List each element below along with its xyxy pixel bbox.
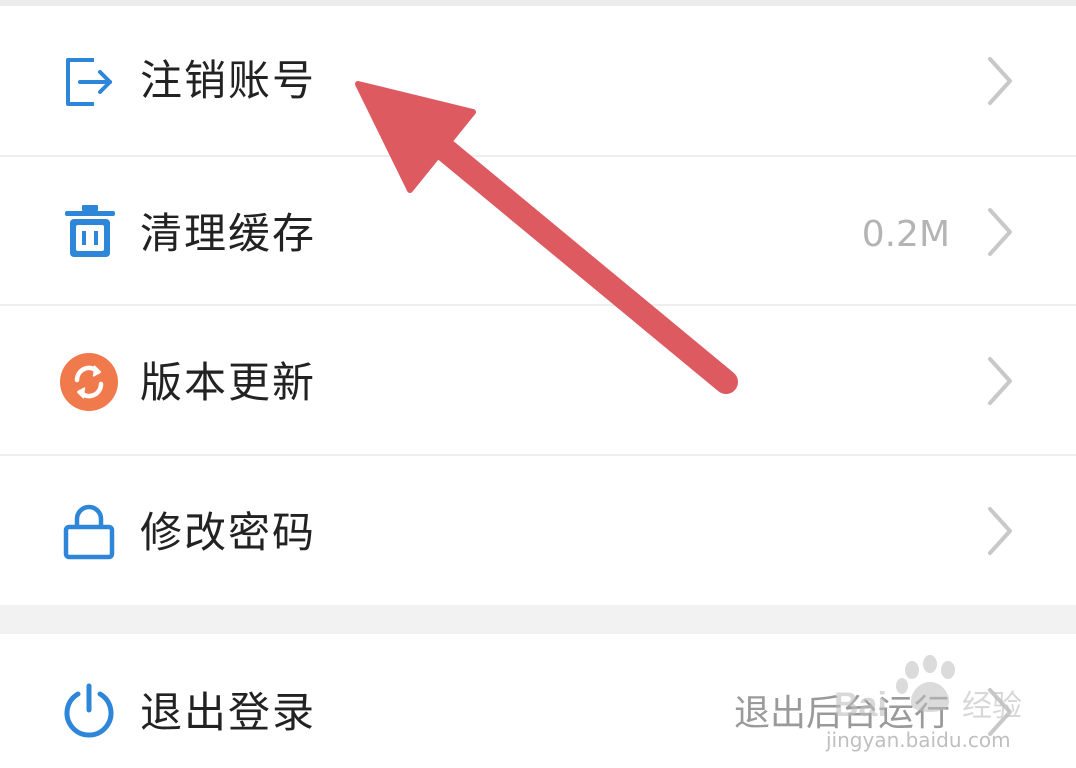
settings-row-label: 修改密码 (140, 508, 317, 557)
chevron-right-icon (988, 688, 1012, 736)
chevron-right-icon (988, 208, 1012, 256)
settings-row-version-update[interactable]: 版本更新 (0, 306, 1076, 455)
settings-row-label: 版本更新 (140, 358, 317, 407)
chevron-right-icon (988, 507, 1012, 555)
background-run-value: 退出后台运行 (733, 693, 950, 734)
chevron-right-icon (988, 357, 1012, 405)
settings-row-label: 注销账号 (140, 56, 317, 105)
logout-icon (66, 58, 112, 106)
cache-size-value: 0.2M (861, 214, 950, 255)
settings-row-label: 退出登录 (140, 688, 317, 737)
settings-row-change-password[interactable]: 修改密码 (0, 456, 1076, 605)
settings-page: 注销账号 清理缓存 0.2M 版本更新 修改密码 退出登录 退出后台运行 Bai… (0, 0, 1076, 768)
trash-icon (65, 205, 115, 257)
settings-row-cancel-account[interactable]: 注销账号 (0, 6, 1076, 155)
settings-row-label: 清理缓存 (140, 209, 317, 258)
power-icon (64, 683, 114, 738)
chevron-right-icon (988, 57, 1012, 105)
settings-row-clear-cache[interactable]: 清理缓存 0.2M (0, 157, 1076, 306)
refresh-icon (60, 353, 118, 411)
settings-row-logout[interactable]: 退出登录 退出后台运行 (0, 634, 1076, 768)
lock-icon (63, 504, 115, 560)
